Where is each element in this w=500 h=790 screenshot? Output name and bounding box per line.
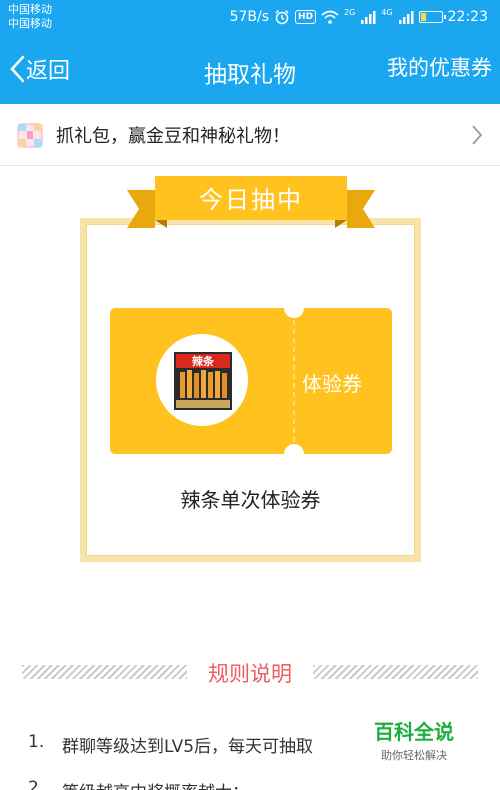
alarm-icon: [275, 9, 289, 25]
watermark: 百科全说 助你轻松解决: [364, 716, 464, 763]
rule-item: 2. 等级越高中奖概率越大；: [28, 778, 249, 790]
gift-banner[interactable]: 抓礼包，赢金豆和神秘礼物！: [0, 104, 500, 166]
rule-text: 群聊等级达到LV5后，每天可抽取: [62, 737, 314, 757]
coupon-ticket[interactable]: 辣条 体验券: [110, 308, 392, 454]
prize-name: 辣条单次体验券: [180, 488, 321, 512]
wifi-icon: [321, 10, 339, 24]
watermark-subtitle: 助你轻松解决: [381, 749, 447, 762]
carrier-label: 中国移动: [8, 3, 52, 16]
battery-fill: [420, 13, 427, 21]
coupon-type-label: 体验券: [302, 372, 362, 396]
spicy-strip-package-icon: 辣条: [174, 352, 232, 410]
ribbon-label: 今日抽中: [199, 186, 303, 214]
rule-number: 2.: [28, 778, 45, 790]
chevron-left-icon: [10, 55, 25, 83]
net-speed: 57B/s: [229, 9, 270, 25]
gift-box-icon: [17, 123, 43, 147]
clock: 22:23: [447, 9, 488, 25]
network-2g-label: 2G: [344, 7, 356, 17]
status-icons: 57B/s HD 2G 4G 22:23: [230, 6, 488, 28]
network-4g-label: 4G: [381, 7, 393, 17]
banner-text: 抓礼包，赢金豆和神秘礼物！: [56, 125, 290, 147]
status-bar: 中国移动 中国移动 57B/s HD 2G 4G 22:23: [0, 0, 500, 34]
rule-text: 等级越高中奖概率越大；: [62, 778, 249, 790]
rules-header: 规则说明: [22, 655, 478, 687]
signal-icon-2: [398, 11, 414, 24]
my-coupons-button[interactable]: 我的优惠券: [387, 52, 492, 82]
carrier-label-2: 中国移动: [8, 17, 52, 30]
product-label: 辣条: [192, 354, 215, 368]
hd-badge: HD: [295, 10, 317, 24]
chevron-right-icon: [472, 125, 483, 145]
rule-item: 1. 群聊等级达到LV5后，每天可抽取: [28, 732, 313, 757]
watermark-title: 百科全说: [374, 720, 454, 744]
nav-bar: 返回 抽取礼物 我的优惠券: [0, 34, 500, 104]
battery-icon: [418, 11, 446, 23]
rules-title: 规则说明: [208, 662, 292, 686]
product-image: 辣条: [156, 334, 248, 426]
rule-number: 1.: [28, 732, 45, 752]
back-button[interactable]: 返回: [8, 51, 70, 87]
back-label: 返回: [26, 59, 71, 84]
signal-icon: [361, 11, 376, 24]
